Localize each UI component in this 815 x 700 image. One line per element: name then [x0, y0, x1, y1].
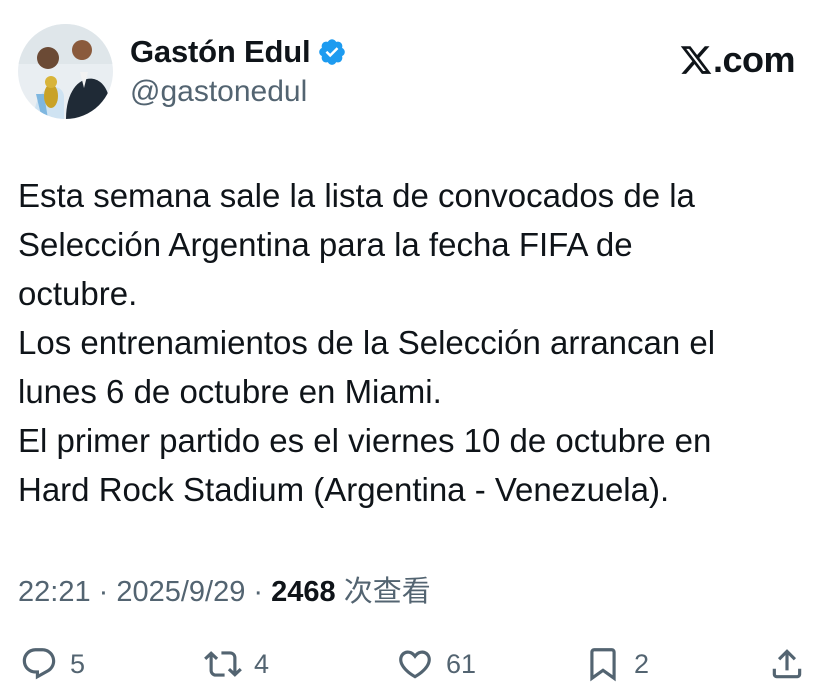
meta-separator: · [245, 576, 272, 608]
tweet-meta: 22:21 · 2025/9/29 · 2468 次查看 [18, 568, 431, 610]
views-count: 2468 [271, 576, 336, 608]
like-button[interactable]: 61 [396, 640, 476, 688]
tweet-line: octubre. [18, 275, 138, 312]
x-logo-icon [678, 43, 714, 77]
repost-icon [204, 651, 242, 677]
bookmark-count: 2 [634, 648, 650, 679]
tweet-line: Hard Rock Stadium (Argentina - Venezuela… [18, 471, 670, 508]
tweet-date[interactable]: 2025/9/29 [116, 576, 245, 608]
share-button[interactable] [768, 640, 806, 688]
action-bar: 5 4 61 2 [0, 640, 815, 688]
brand-text: .com [712, 39, 796, 80]
share-icon [772, 649, 802, 679]
like-count: 61 [446, 648, 477, 679]
tweet-line: El primer partido es el viernes 10 de oc… [18, 422, 712, 459]
tweet-time[interactable]: 22:21 [18, 576, 91, 608]
tweet-line: Esta semana sale la lista de convocados … [18, 177, 695, 214]
repost-button[interactable]: 4 [204, 640, 269, 688]
bookmark-icon [590, 648, 616, 682]
avatar[interactable] [18, 24, 113, 119]
tweet-line: lunes 6 de octubre en Miami. [18, 373, 442, 410]
meta-separator: · [90, 576, 117, 608]
verified-badge-icon [317, 37, 347, 67]
brand-mark: .com [678, 39, 796, 80]
tweet-text: Esta semana sale la lista de convocados … [18, 171, 808, 514]
author-handle[interactable]: @gastonedul [130, 75, 307, 109]
reply-button[interactable]: 5 [20, 640, 85, 688]
bookmark-button[interactable]: 2 [584, 640, 649, 688]
tweet-line: Los entrenamientos de la Selección arran… [18, 324, 716, 361]
views-label: 次查看 [343, 576, 431, 608]
author-name-row[interactable]: Gastón Edul [130, 33, 347, 71]
repost-count: 4 [254, 648, 270, 679]
tweet-line: Selección Argentina para la fecha FIFA d… [18, 226, 633, 263]
author-display-name[interactable]: Gastón Edul [130, 34, 311, 70]
reply-count: 5 [70, 648, 86, 679]
reply-icon [22, 648, 56, 680]
heart-icon [399, 650, 431, 679]
